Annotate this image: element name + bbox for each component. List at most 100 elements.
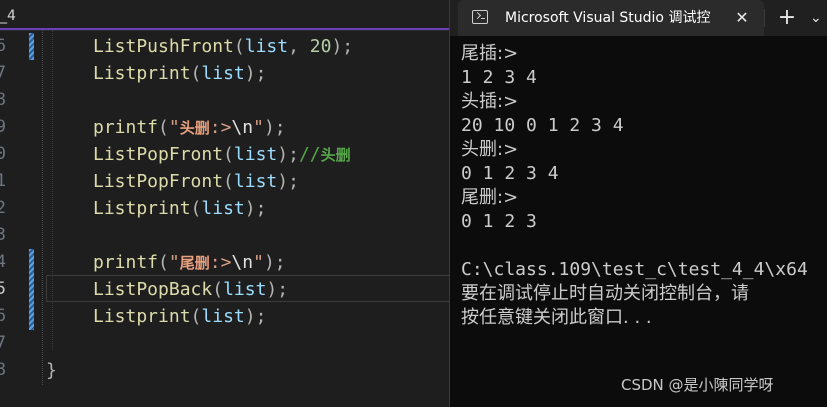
- code-function: Listprint: [93, 306, 191, 327]
- code-punct: );: [331, 36, 354, 57]
- editor-tab[interactable]: _4: [0, 4, 449, 28]
- code-number: 20: [309, 36, 332, 57]
- code-punct: ,: [288, 36, 310, 57]
- code-punct: (: [158, 117, 169, 138]
- code-line: ListPushFront(list, 20);: [93, 33, 353, 60]
- code-punct: (: [190, 306, 202, 327]
- closing-brace: }: [46, 360, 57, 381]
- code-punct: );: [244, 63, 267, 84]
- indent-guide: [42, 30, 43, 385]
- line-number: 3: [0, 225, 6, 245]
- code-punct: (: [190, 198, 202, 219]
- code-function: ListPopFront: [93, 171, 224, 192]
- code-line: printf("头删:>\n");: [93, 114, 286, 141]
- code-variable: list: [201, 306, 245, 327]
- code-variable: list: [233, 144, 278, 165]
- line-number: 7: [0, 333, 6, 353]
- line-number: 6: [0, 36, 6, 56]
- line-number: 7: [0, 63, 6, 83]
- code-string: 头删: [179, 119, 210, 137]
- code-punct: );: [244, 198, 267, 219]
- console-output-line: 20 10 0 1 2 3 4: [461, 115, 624, 136]
- code-punct: (: [223, 144, 234, 165]
- code-function: printf: [93, 252, 159, 273]
- line-number-gutter: 6 7 8 9 0 1 2 3 4 5 6 7 8: [0, 30, 40, 407]
- line-number: 0: [0, 144, 6, 164]
- code-punct: (: [233, 36, 245, 57]
- code-escape: \n: [231, 252, 254, 273]
- console-title-bar: Microsoft Visual Studio 调试控 ✕ + ⌄: [450, 0, 827, 36]
- console-output-line: 尾删:>: [461, 187, 519, 208]
- code-string: ": [253, 252, 264, 273]
- code-line: ListPopFront(list);//头删: [93, 141, 351, 168]
- close-icon[interactable]: ✕: [730, 0, 754, 36]
- line-number-active: 5: [0, 279, 6, 299]
- line-number: 1: [0, 171, 6, 191]
- code-string: ": [253, 117, 264, 138]
- code-variable: list: [244, 36, 289, 57]
- code-punct: );: [263, 252, 286, 273]
- chevron-down-icon[interactable]: ⌄: [810, 0, 827, 36]
- console-tab-title: Microsoft Visual Studio 调试控: [505, 10, 711, 26]
- code-string: ": [168, 252, 180, 273]
- console-output-line: 要在调试停止时自动关闭控制台，请: [461, 283, 749, 304]
- code-variable: list: [201, 63, 245, 84]
- code-punct: );: [244, 306, 267, 327]
- active-tab-indicator: [0, 28, 449, 30]
- watermark: CSDN @是小陳同学呀: [621, 376, 774, 394]
- code-punct: );: [263, 117, 286, 138]
- code-function: ListPopFront: [93, 144, 224, 165]
- console-output-line: 0 1 2 3 4: [461, 163, 559, 184]
- code-variable: list: [201, 198, 245, 219]
- code-punct: );: [266, 279, 289, 300]
- code-punct: );: [277, 171, 299, 192]
- console-output-line: 头插:>: [461, 91, 519, 112]
- code-line: Listprint(list);: [93, 195, 266, 222]
- line-number: 8: [0, 360, 6, 380]
- console-output-line: C:\class.109\test_c\test_4_4\x64: [461, 259, 808, 280]
- editor-tab-label: _4: [0, 8, 16, 24]
- code-variable: list: [233, 171, 278, 192]
- debug-console-window[interactable]: Microsoft Visual Studio 调试控 ✕ + ⌄ 尾插:> 1…: [449, 0, 827, 407]
- code-line: Listprint(list);: [93, 303, 266, 330]
- code-line: Listprint(list);: [93, 60, 266, 87]
- code-editor[interactable]: _4 6 7 8 9 0 1 2 3 4 5 6 7 8 ListPushFro…: [0, 0, 449, 407]
- console-tab[interactable]: Microsoft Visual Studio 调试控 ✕: [458, 0, 764, 36]
- code-string: :>: [209, 117, 232, 138]
- code-escape: \n: [231, 117, 254, 138]
- code-function: ListPopBack: [93, 279, 213, 300]
- code-line-current: ListPopBack(list);: [93, 276, 288, 303]
- terminal-icon: [472, 10, 488, 24]
- console-output-line: 按任意键关闭此窗口. . .: [461, 307, 652, 328]
- code-punct: );: [277, 144, 299, 165]
- code-function: ListPushFront: [93, 36, 234, 57]
- code-function: Listprint: [93, 63, 191, 84]
- line-number: 9: [0, 117, 6, 137]
- line-number: 6: [0, 306, 6, 326]
- code-string: ": [168, 117, 180, 138]
- code-line: ListPopFront(list);: [93, 168, 299, 195]
- tab-divider: [764, 9, 765, 27]
- code-line: printf("尾删:>\n");: [93, 249, 286, 276]
- console-output-line: 头删:>: [461, 139, 519, 160]
- code-punct: (: [190, 63, 202, 84]
- code-string: :>: [209, 252, 232, 273]
- code-string: 尾删: [179, 254, 210, 272]
- code-punct: (: [212, 279, 224, 300]
- code-comment: //: [298, 144, 321, 165]
- change-marker: [29, 249, 34, 330]
- editor-tab-bar: _4: [0, 0, 449, 31]
- indent-guide: [52, 30, 53, 350]
- code-function: printf: [93, 117, 159, 138]
- console-output-line: 尾插:>: [461, 43, 519, 64]
- change-marker: [29, 33, 34, 60]
- new-tab-button[interactable]: +: [774, 0, 800, 36]
- console-output-line: 1 2 3 4: [461, 67, 537, 88]
- code-function: Listprint: [93, 198, 191, 219]
- line-number: 4: [0, 252, 6, 272]
- code-punct: (: [223, 171, 234, 192]
- code-variable: list: [223, 279, 267, 300]
- console-output-line: 0 1 2 3: [461, 211, 537, 232]
- line-number: 8: [0, 90, 6, 110]
- code-comment: 头删: [320, 146, 351, 164]
